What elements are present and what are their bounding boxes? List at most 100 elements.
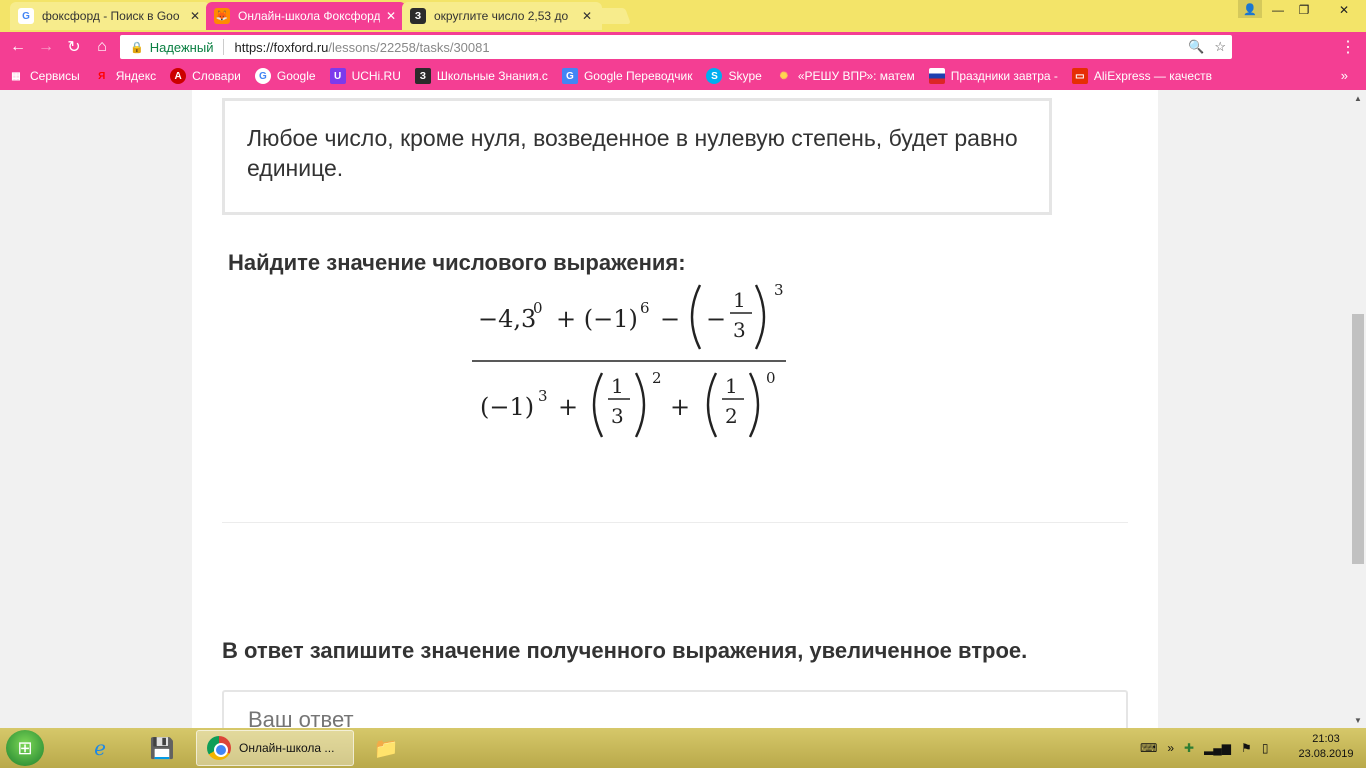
tab-title: фоксфорд - Поиск в Goo xyxy=(42,9,180,23)
scroll-up-icon[interactable]: ▲ xyxy=(1350,90,1366,106)
lock-icon: 🔒 xyxy=(130,41,144,54)
bookmark-item[interactable]: З Школьные Знания.c xyxy=(414,68,548,84)
minimize-button[interactable]: — xyxy=(1264,0,1292,20)
paren-left xyxy=(592,372,604,438)
bookmark-item[interactable]: Праздники завтра - xyxy=(928,68,1058,84)
answer-instructions: В ответ запишите значение полученного вы… xyxy=(222,638,1028,663)
clock-date: 23.08.2019 xyxy=(1298,748,1354,760)
internet-explorer-icon[interactable]: ℯ xyxy=(76,732,124,764)
taskbar-clock[interactable]: 21:03 23.08.2019 xyxy=(1296,732,1356,762)
new-tab-button[interactable] xyxy=(593,8,631,24)
network-signal-icon[interactable]: ▂▄▆ xyxy=(1204,741,1231,755)
page-viewport: Любое число, кроме нуля, возведенное в н… xyxy=(0,90,1350,728)
bookmark-item[interactable]: ▦ Сервисы xyxy=(8,68,79,84)
formula-operator: + xyxy=(558,393,578,421)
formula-exponent: 6 xyxy=(640,299,650,317)
aliexpress-icon: ▭ xyxy=(1071,68,1088,84)
tab-strip: G фоксфорд - Поиск в Goo ✕ 🦊 Онлайн-школ… xyxy=(0,0,1366,32)
tab-znania[interactable]: З округлите число 2,53 до ✕ xyxy=(402,2,602,30)
formula-exponent: 2 xyxy=(652,369,662,387)
paren-right xyxy=(748,372,760,438)
fraction-denominator: 2 xyxy=(725,404,738,428)
clock-time: 21:03 xyxy=(1312,733,1340,745)
dictionary-icon: A xyxy=(170,68,187,84)
reload-icon[interactable]: ↻ xyxy=(60,33,88,61)
bookmark-item[interactable]: ▭ AliExpress — качеств xyxy=(1071,68,1212,84)
url-host: https://foxford.ru xyxy=(234,39,329,55)
foxford-icon: 🦊 xyxy=(214,8,230,24)
bookmark-item[interactable]: U UCHi.RU xyxy=(329,68,401,84)
math-formula: −4,3 0 + (−1) 6 − − 1 3 3 (−1) 3 + 1 3 2… xyxy=(472,281,786,438)
task-title: Найдите значение числового выражения: xyxy=(228,250,686,275)
bookmark-item[interactable]: G Google xyxy=(254,68,316,84)
url-path: /lessons/22258/tasks/30081 xyxy=(328,39,490,55)
yandex-icon: Я xyxy=(98,70,106,82)
znania-icon: З xyxy=(410,8,426,24)
scroll-thumb[interactable] xyxy=(1352,314,1364,564)
bookmark-star-icon[interactable]: ☆ xyxy=(1214,39,1226,55)
fraction-numerator: 1 xyxy=(611,374,624,398)
bookmark-item[interactable]: G Google Переводчик xyxy=(561,68,692,84)
scroll-down-icon[interactable]: ▼ xyxy=(1350,712,1366,728)
close-icon[interactable]: ✕ xyxy=(384,9,398,23)
formula-exponent: 3 xyxy=(538,387,548,405)
paren-right xyxy=(754,284,766,350)
close-icon[interactable]: ✕ xyxy=(188,9,202,23)
keyboard-layout-icon[interactable]: ⌨ xyxy=(1140,741,1157,755)
taskbar-task-label: Онлайн-школа ... xyxy=(239,741,335,755)
formula-exponent: 0 xyxy=(533,299,543,317)
maximize-button[interactable]: ❐ xyxy=(1290,0,1318,20)
battery-icon[interactable]: ▯ xyxy=(1262,741,1269,755)
apps-grid-icon: ▦ xyxy=(11,70,21,82)
back-icon[interactable]: ← xyxy=(4,33,32,61)
profile-icon[interactable]: 👤 xyxy=(1238,0,1262,18)
system-tray: ⌨ » ✚ ▂▄▆ ⚑ ▯ xyxy=(1140,728,1268,768)
file-explorer-icon[interactable]: 📁 xyxy=(362,732,410,764)
page-scrollbar[interactable]: ▲ ▼ xyxy=(1350,90,1366,728)
fraction-numerator: 1 xyxy=(725,374,738,398)
action-center-flag-icon[interactable]: ⚑ xyxy=(1241,741,1252,755)
answer-input[interactable] xyxy=(222,690,1128,728)
bookmark-item[interactable]: ✺ «РЕШУ ВПР»: матем xyxy=(776,68,915,84)
formula-operator: − xyxy=(660,305,680,333)
bookmarks-bar: ▦ Сервисы Я Яндекс A Словари G Google U UCHi.… xyxy=(0,62,1366,90)
tab-title: округлите число 2,53 до xyxy=(434,9,569,23)
forward-icon[interactable]: → xyxy=(32,33,60,61)
rule-box: Любое число, кроме нуля, возведенное в н… xyxy=(222,98,1052,215)
tray-expand-icon[interactable]: » xyxy=(1167,741,1174,755)
formula-term: (−1) xyxy=(480,393,534,421)
skype-icon: S xyxy=(706,68,723,84)
tab-foxford[interactable]: 🦊 Онлайн-школа Фоксфорд ✕ xyxy=(206,2,406,30)
flag-ru-icon xyxy=(928,68,945,84)
formula-operator: + xyxy=(670,393,690,421)
formula-term: −4,3 xyxy=(478,305,536,333)
bookmark-item[interactable]: Я Яндекс xyxy=(94,68,156,84)
secure-label: Надежный xyxy=(149,39,214,55)
antivirus-icon[interactable]: ✚ xyxy=(1184,741,1194,755)
close-icon[interactable]: ✕ xyxy=(580,9,594,23)
reshu-icon: ✺ xyxy=(779,70,789,82)
bookmark-item[interactable]: A Словари xyxy=(170,68,241,84)
menu-icon[interactable]: ⋮ xyxy=(1334,33,1362,61)
tab-google-search[interactable]: G фоксфорд - Поиск в Goo ✕ xyxy=(10,2,210,30)
google-icon: G xyxy=(18,8,34,24)
address-bar[interactable]: 🔒 Надежный https://foxford.ru /lessons/2… xyxy=(120,35,1232,59)
bookmarks-more-icon[interactable]: » xyxy=(1341,68,1348,83)
floppy-app-icon[interactable]: 💾 xyxy=(138,732,186,764)
formula-term: + (−1) xyxy=(556,305,638,333)
rule-text: Любое число, кроме нуля, возведенное в н… xyxy=(247,125,1018,181)
start-button[interactable]: ⊞ xyxy=(6,730,44,766)
taskbar-chrome-window[interactable]: Онлайн-школа ... xyxy=(196,730,354,766)
formula-exponent: 0 xyxy=(766,369,776,387)
close-window-button[interactable]: ✕ xyxy=(1322,0,1366,20)
fraction-denominator: 3 xyxy=(611,404,624,428)
tab-title: Онлайн-школа Фоксфорд xyxy=(238,9,380,23)
paren-left xyxy=(690,284,702,350)
chrome-icon xyxy=(207,736,231,760)
formula-operator: − xyxy=(706,305,726,333)
home-icon[interactable]: ⌂ xyxy=(88,33,116,61)
translate-icon: G xyxy=(561,68,578,84)
zoom-icon[interactable]: 🔍 xyxy=(1188,39,1204,55)
bookmark-item[interactable]: S Skype xyxy=(706,68,762,84)
google-icon: G xyxy=(254,68,271,84)
